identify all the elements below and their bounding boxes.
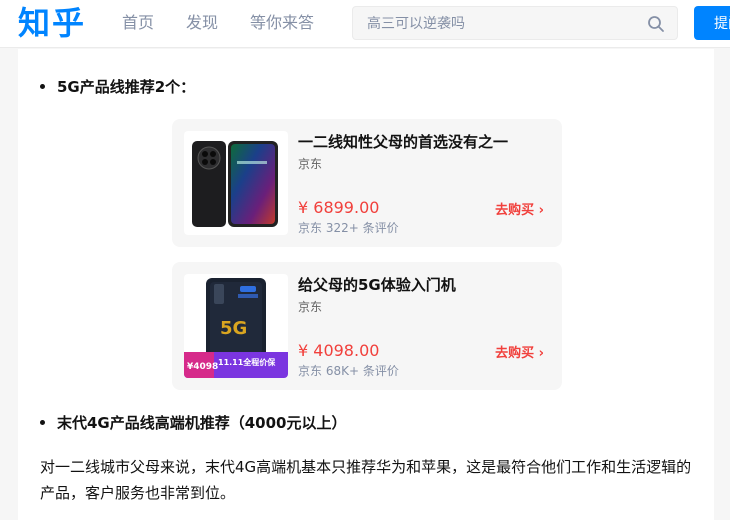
chevron-right-icon: › — [538, 203, 544, 218]
bullet-text: 5G产品线推荐2个： — [57, 78, 196, 96]
product-title[interactable]: 给父母的5G体验入门机 — [298, 274, 456, 296]
nav-waiting-answers[interactable]: 等你来答 — [250, 13, 314, 33]
ask-question-button[interactable]: 提问 — [694, 6, 730, 40]
bullet-text: 末代4G产品线高端机推荐（4000元以上） — [57, 414, 347, 432]
buy-button[interactable]: 去购买 › — [495, 342, 544, 361]
product-price: ¥ 4098.00 — [298, 341, 380, 360]
product-price: ¥ 6899.00 — [298, 198, 380, 217]
nav-discover[interactable]: 发现 — [186, 13, 218, 33]
main-nav: 首页 发现 等你来答 — [122, 13, 346, 33]
product-shop: 京东 — [298, 300, 323, 314]
nav-home[interactable]: 首页 — [122, 13, 154, 33]
product-card-iqoo[interactable]: 5G ¥4098 11.11全程价保 给父母的5G体验入门机 京东 ¥ 4098… — [172, 262, 562, 390]
article-paragraph: 对一二线城市父母来说，末代4G高端机基本只推荐华为和苹果，这是最符合他们工作和生… — [40, 458, 692, 502]
chevron-right-icon: › — [538, 346, 544, 361]
buy-button[interactable]: 去购买 › — [495, 199, 544, 218]
promo-price: ¥4098 — [187, 362, 218, 372]
bullet-5g-recommend: 5G产品线推荐2个： — [40, 76, 195, 98]
product-title[interactable]: 一二线知性父母的首选没有之一 — [298, 131, 508, 153]
answer-content: 5G产品线推荐2个： 一二线知性父母的首选没有之一 京东 ¥ 6899.00 京… — [18, 49, 714, 520]
product-image-iqoo[interactable]: 5G ¥4098 11.11全程价保 — [184, 274, 288, 378]
product-shop: 京东 — [298, 157, 323, 171]
search-box[interactable] — [352, 6, 678, 40]
zhihu-logo[interactable]: 知乎 — [18, 4, 86, 42]
search-input[interactable] — [365, 13, 639, 35]
bullet-dot — [40, 84, 45, 89]
product-reviews: 京东 68K+ 条评价 — [298, 364, 399, 378]
bullet-dot — [40, 420, 45, 425]
product-reviews: 京东 322+ 条评价 — [298, 221, 399, 235]
product-image-mate30[interactable] — [184, 131, 288, 235]
phone-5g-label: 5G — [220, 318, 247, 339]
product-card-mate30[interactable]: 一二线知性父母的首选没有之一 京东 ¥ 6899.00 京东 322+ 条评价 … — [172, 119, 562, 247]
bullet-4g-recommend: 末代4G产品线高端机推荐（4000元以上） — [40, 412, 347, 434]
buy-button-label: 去购买 — [495, 346, 535, 361]
promo-text: 11.11全程价保 — [218, 357, 276, 367]
search-icon[interactable] — [647, 15, 665, 33]
buy-button-label: 去购买 — [495, 203, 535, 218]
top-navigation-bar: 知乎 首页 发现 等你来答 提问 — [0, 0, 730, 48]
